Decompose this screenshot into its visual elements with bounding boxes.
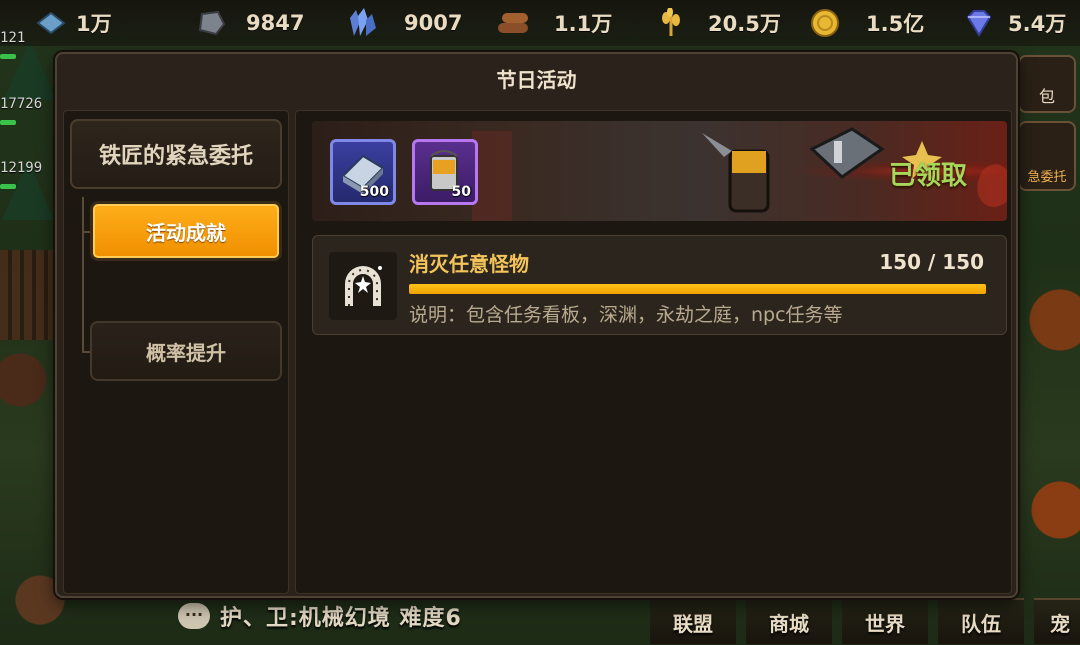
bag-button[interactable]: 包 [1018,55,1076,113]
nav-label: 联盟 [673,611,713,636]
resource-gem[interactable]: 1万 [34,6,112,40]
resource-value: 9847 [246,11,305,35]
resource-wheat[interactable]: 20.5万 [654,6,781,40]
health-bar [0,54,16,59]
dialog-title: 节日活动 [496,68,577,92]
task-row: 消灭任意怪物 150 / 150 说明：包含任务看板，深渊，永劫之庭，npc任务… [312,235,1007,335]
chat-bubble-icon: ··· [178,603,210,629]
diamond-icon [962,8,996,38]
resource-crystal[interactable]: 9007 [344,6,462,40]
resource-coin[interactable]: 1.5亿 [808,6,924,40]
nav-label: 商城 [769,611,809,636]
task-icon [329,252,397,320]
resource-diamond[interactable]: 5.4万 [962,6,1066,40]
nav-label: 宠 [1050,611,1070,636]
resource-value: 20.5万 [708,12,781,36]
bag-label: 包 [1038,87,1055,106]
resource-value: 5.4万 [1008,12,1067,36]
resource-value: 9007 [404,11,463,35]
fence-decoration [0,250,55,340]
side-number: 121 [0,30,26,46]
coin-icon [808,8,842,38]
tab-label: 活动成就 [146,220,226,245]
category-label: 铁匠的紧急委托 [98,144,253,169]
nav-pet[interactable]: 宠 [1034,598,1080,644]
nav-label: 世界 [865,611,905,636]
resource-value: 1.5亿 [866,12,925,36]
chat-message: 护、卫:机械幻境 难度6 [220,606,462,631]
task-progress-fill [409,284,986,294]
side-number: 12199 [0,160,43,176]
health-bar [0,184,16,189]
tree-connector [82,197,84,351]
task-progress-bar [409,284,986,294]
task-description: 说明：包含任务看板，深渊，永劫之庭，npc任务等 [409,304,843,326]
tree-decoration [4,40,56,100]
content-panel: 500 50 已领取 消灭任意怪物 150 / 150 说明：包含任务看板，深渊… [295,110,1012,594]
horseshoe-icon [345,266,382,306]
nav-world[interactable]: 世界 [842,598,928,644]
reward-iron-ingot[interactable]: 500 [330,139,396,205]
category-panel: 铁匠的紧急委托 活动成就 概率提升 [63,110,289,594]
nav-alliance[interactable]: 联盟 [650,598,736,644]
nav-team[interactable]: 队伍 [938,598,1024,644]
resource-value: 1.1万 [554,12,613,36]
health-bar [0,120,16,125]
crystal-icon [344,8,378,38]
wheat-icon [654,8,688,38]
right-side-menu: 包 急委托 [1018,55,1080,199]
resource-wood[interactable]: 1.1万 [496,6,612,40]
tab-label: 概率提升 [146,340,226,365]
resource-bar: 1万 9847 9007 1.1万 20.5万 1.5亿 5.4万 [0,0,1080,46]
urgent-commission-label: 急委托 [1027,170,1067,185]
task-progress-text: 150 / 150 [879,250,984,274]
resource-value: 1万 [76,12,112,36]
nav-shop[interactable]: 商城 [746,598,832,644]
reward-count: 500 [359,184,389,200]
festival-event-dialog: 节日活动 铁匠的紧急委托 活动成就 概率提升 500 50 已领取 消灭任意怪物… [55,52,1018,598]
tab-probability-boost[interactable]: 概率提升 [90,321,282,381]
chat-bar[interactable]: ··· 护、卫:机械幻境 难度6 [178,600,462,632]
stone-icon [194,8,228,38]
task-name: 消灭任意怪物 [409,252,529,276]
resource-stone[interactable]: 9847 [194,6,304,40]
side-number: 17726 [0,96,43,112]
claimed-status: 已领取 [888,161,967,191]
wood-icon [496,8,530,38]
gem-cluster-icon [34,8,68,38]
reward-count: 50 [451,184,471,200]
nav-label: 队伍 [961,611,1001,636]
urgent-commission-button[interactable]: 急委托 [1018,121,1076,191]
tab-event-achievements[interactable]: 活动成就 [90,201,282,261]
reward-banner: 500 50 已领取 [312,121,1007,221]
category-blacksmith-commission[interactable]: 铁匠的紧急委托 [70,119,282,189]
reward-bucket[interactable]: 50 [412,139,478,205]
